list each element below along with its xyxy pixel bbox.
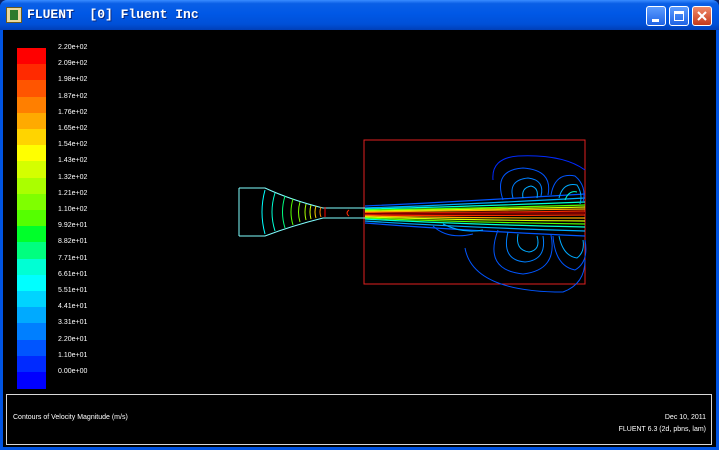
flow-contours bbox=[238, 139, 587, 293]
jet-core bbox=[364, 193, 586, 237]
fluent-window: FLUENT [0] Fluent Inc 2.20e+02 2.09e+02 1.… bbox=[0, 0, 719, 450]
minimize-icon bbox=[652, 19, 659, 22]
close-button[interactable] bbox=[692, 6, 712, 26]
graphics-display-area[interactable]: 2.20e+02 2.09e+02 1.98e+02 1.87e+02 1.76e+02… bbox=[3, 30, 716, 447]
solver-version: FLUENT 6.3 (2d, pbns, lam) bbox=[618, 426, 706, 433]
maximize-icon bbox=[674, 11, 684, 21]
close-icon bbox=[697, 11, 707, 21]
nozzle-contours bbox=[261, 189, 350, 235]
maximize-button[interactable] bbox=[669, 6, 689, 26]
info-panel: Contours of Velocity Magnitude (m/s) Dec… bbox=[6, 394, 712, 445]
minimize-button[interactable] bbox=[646, 6, 666, 26]
window-title: FLUENT [0] Fluent Inc bbox=[27, 7, 199, 22]
plot-date: Dec 10, 2011 bbox=[664, 414, 706, 421]
fluent-app-icon[interactable] bbox=[6, 7, 22, 23]
plot-caption: Contours of Velocity Magnitude (m/s) bbox=[13, 414, 128, 421]
contour-plot: 2.20e+02 2.09e+02 1.98e+02 1.87e+02 1.76e+02… bbox=[3, 30, 716, 393]
title-bar[interactable]: FLUENT [0] Fluent Inc bbox=[0, 0, 719, 30]
nozzle-outline bbox=[238, 187, 365, 237]
